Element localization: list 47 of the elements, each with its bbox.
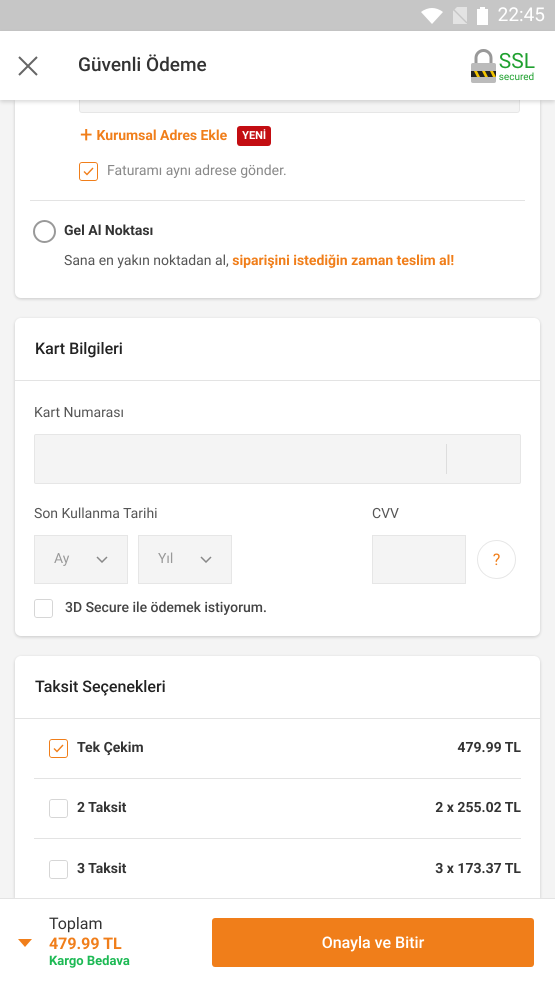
card-number-field[interactable] — [34, 434, 521, 484]
page-title: Güvenli Ödeme — [78, 52, 207, 78]
no-sim-icon — [452, 7, 467, 24]
ssl-text: SSL — [498, 52, 535, 72]
option-label: Gel Al Noktası — [64, 222, 154, 241]
check-icon — [53, 744, 64, 753]
installment-amount: 479.99 TL — [457, 739, 521, 758]
address-field[interactable] — [79, 100, 520, 113]
checkbox[interactable] — [49, 799, 68, 818]
battery-icon — [476, 6, 488, 24]
installment-amount: 3 x 173.37 TL — [435, 860, 521, 878]
secured-text: secured — [498, 72, 535, 82]
installment-amount: 2 x 255.02 TL — [435, 799, 521, 818]
cvv-field[interactable] — [372, 535, 466, 584]
checkbox-label: 3D Secure ile ödemek istiyorum. — [65, 599, 267, 618]
confirm-button[interactable]: Onayla ve Bitir — [212, 918, 534, 967]
year-select[interactable]: Yıl — [138, 535, 232, 584]
checkbox-label: Faturamı aynı adrese gönder. — [107, 162, 287, 181]
field-label: CVV — [372, 505, 399, 524]
chevron-down-icon — [96, 556, 108, 563]
check-icon — [83, 167, 94, 176]
total-amount: 479.99 TL — [49, 934, 123, 954]
checkbox[interactable] — [79, 162, 98, 181]
chevron-down-icon — [200, 556, 212, 563]
shipping-text: Kargo Bedava — [49, 954, 130, 971]
checkbox[interactable] — [34, 599, 53, 618]
installment-label: 3 Taksit — [77, 860, 126, 878]
pickup-description: Sana en yakın noktadan al, siparişini istediğin zaman teslim al! — [64, 252, 456, 271]
section-title: Kart Bilgileri — [35, 338, 123, 360]
triangle-down-icon[interactable] — [18, 938, 32, 946]
status-time: 22:45 — [498, 2, 545, 28]
add-corporate-address-link[interactable]: + Kurumsal Adres Ekle — [80, 125, 228, 147]
month-select[interactable]: Ay — [34, 535, 128, 584]
close-icon[interactable] — [18, 56, 38, 76]
field-label: Kart Numarası — [34, 404, 124, 423]
checkbox[interactable] — [49, 860, 68, 878]
section-title: Taksit Seçenekleri — [35, 676, 166, 698]
checkbox[interactable] — [49, 739, 68, 758]
installment-label: Tek Çekim — [77, 739, 144, 758]
wifi-icon — [420, 8, 443, 24]
field-label: Son Kullanma Tarihi — [34, 505, 158, 524]
radio-button[interactable] — [33, 220, 56, 243]
padlock-icon — [470, 48, 496, 82]
installment-label: 2 Taksit — [77, 799, 126, 818]
help-button[interactable]: ? — [477, 540, 516, 579]
total-label: Toplam — [49, 914, 104, 934]
new-badge: YENİ — [237, 126, 272, 146]
